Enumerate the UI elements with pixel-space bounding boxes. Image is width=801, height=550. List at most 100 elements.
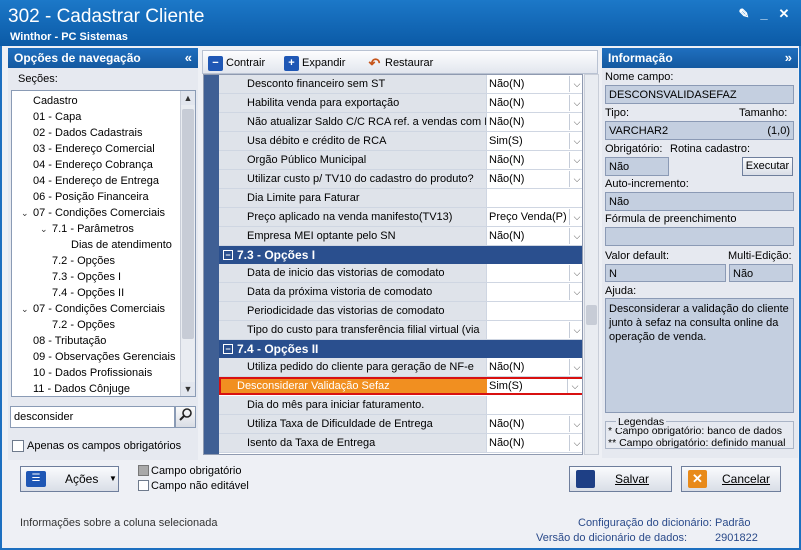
dropdown-arrow-icon: ▼ — [109, 474, 117, 483]
execute-button[interactable]: Executar — [742, 157, 793, 176]
tree-item[interactable]: 7.3 - Opções I — [52, 269, 121, 285]
section-header[interactable]: −7.4 - Opções II — [219, 340, 582, 358]
tree-item[interactable]: 06 - Posição Financeira — [33, 189, 149, 205]
dropdown-arrow-icon[interactable]: ⌵ — [569, 209, 582, 225]
sections-tree[interactable]: Cadastro 01 - Capa 02 - Dados Cadastrais… — [11, 90, 196, 397]
tree-item[interactable]: 10 - Dados Profissionais — [33, 365, 152, 381]
tree-item[interactable]: 7.2 - Opções — [52, 253, 115, 269]
minus-icon: − — [208, 55, 223, 71]
dropdown-arrow-icon[interactable]: ⌵ — [569, 416, 582, 432]
grid-row[interactable]: Usa débito e crédito de RCA Sim(S) ⌵ — [219, 132, 582, 151]
grid-row[interactable]: Preço aplicado na venda manifesto(TV13) P… — [219, 208, 582, 227]
grid-row[interactable]: Utilizar custo p/ TV10 do cadastro do pr… — [219, 170, 582, 189]
readonly-legend-swatch — [138, 480, 149, 491]
tree-item-cadastro[interactable]: Cadastro — [33, 93, 78, 109]
actions-button[interactable]: ☰ Ações ▼ — [20, 466, 119, 492]
dict-config-label: Configuração do dicionário: — [578, 517, 712, 529]
dropdown-arrow-icon[interactable]: ⌵ — [567, 379, 582, 393]
tree-item[interactable]: 02 - Dados Cadastrais — [33, 125, 142, 141]
collapse-pane-icon[interactable]: » — [785, 48, 792, 68]
scroll-up-icon[interactable]: ▲ — [181, 91, 195, 105]
dropdown-arrow-icon[interactable]: ⌵ — [569, 322, 582, 338]
dropdown-arrow-icon[interactable]: ⌵ — [569, 152, 582, 168]
grid-row[interactable]: Habilita venda para exportação Não(N) ⌵ — [219, 94, 582, 113]
save-button[interactable]: Salvar — [569, 466, 672, 492]
legend-line-2: ** Campo obrigatório: definido manual — [608, 437, 786, 449]
tree-scrollbar[interactable]: ▲ ▼ — [180, 91, 195, 396]
window-title: 302 - Cadastrar Cliente — [8, 6, 205, 27]
search-icon[interactable] — [175, 406, 196, 428]
grid-toolbar: − Contrair + Expandir ↶ Restaurar — [202, 50, 598, 74]
dropdown-arrow-icon[interactable]: ⌵ — [569, 284, 582, 300]
grid-row[interactable]: Data de inicio das vistorias de comodato… — [219, 264, 582, 283]
legend-box: Legendas * Campo obrigatório: banco de d… — [605, 416, 794, 449]
scroll-thumb[interactable] — [586, 305, 597, 325]
routine-label: Rotina cadastro: — [670, 143, 751, 155]
grid-row[interactable]: Isento da Taxa de Entrega Não(N) ⌵ — [219, 434, 582, 453]
close-icon[interactable]: ✕ — [777, 7, 791, 21]
grid-row[interactable]: Utiliza pedido do cliente para geração d… — [219, 358, 582, 377]
grid-row[interactable]: Utiliza Taxa de Dificuldade de Entrega Nã… — [219, 415, 582, 434]
tree-item[interactable]: 7.4 - Opções II — [52, 285, 124, 301]
grid-scrollbar[interactable] — [584, 74, 599, 455]
dropdown-arrow-icon[interactable]: ⌵ — [569, 114, 582, 130]
tree-item[interactable]: 11 - Dados Cônjuge — [33, 381, 130, 396]
formula-label: Fórmula de preenchimento — [605, 213, 737, 225]
window-subtitle: Winthor - PC Sistemas — [10, 31, 128, 43]
collapse-section-icon[interactable]: − — [223, 250, 233, 260]
tree-item[interactable]: 08 - Tributação — [33, 333, 106, 349]
dropdown-arrow-icon[interactable]: ⌵ — [569, 171, 582, 187]
tree-item[interactable]: 03 - Endereço Comercial — [33, 141, 155, 157]
tree-item[interactable]: 7.2 - Opções — [52, 317, 115, 333]
tree-item[interactable]: Dias de atendimento — [71, 237, 172, 253]
collapse-pane-icon[interactable]: « — [185, 48, 192, 68]
cancel-button[interactable]: ✕ Cancelar — [681, 466, 781, 492]
expand-toggle-icon[interactable]: ⌄ — [21, 301, 29, 317]
restore-button[interactable]: ↶ Restaurar — [367, 54, 434, 72]
tree-item[interactable]: 09 - Observações Gerenciais — [33, 349, 175, 365]
dropdown-arrow-icon[interactable]: ⌵ — [569, 359, 582, 375]
grid-row[interactable]: Não atualizar Saldo C/C RCA ref. a venda… — [219, 113, 582, 132]
dropdown-arrow-icon[interactable]: ⌵ — [569, 265, 582, 281]
grid-row[interactable]: Orgão Público Municipal Não(N) ⌵ — [219, 151, 582, 170]
dropdown-arrow-icon[interactable]: ⌵ — [569, 76, 582, 92]
tree-item[interactable]: 04 - Endereço Cobrança — [33, 157, 153, 173]
edit-icon[interactable]: ✎ — [737, 7, 751, 21]
tree-item[interactable]: ⌄ 07 - Condições Comerciais — [21, 205, 165, 221]
grid-row[interactable]: Desconto financeiro sem ST Não(N) ⌵ — [219, 75, 582, 94]
required-only-label: Apenas os campos obrigatórios — [27, 440, 182, 452]
section-header[interactable]: −7.3 - Opções I — [219, 246, 582, 264]
required-legend-label: Campo obrigatório — [151, 465, 242, 477]
tree-item[interactable]: 01 - Capa — [33, 109, 81, 125]
dropdown-arrow-icon[interactable]: ⌵ — [569, 95, 582, 111]
multi-edit-value: Não — [729, 264, 793, 282]
grid-row[interactable]: Data da próxima vistoria de comodato ⌵ — [219, 283, 582, 302]
dropdown-arrow-icon[interactable]: ⌵ — [569, 133, 582, 149]
minimize-icon[interactable]: _ — [757, 7, 771, 21]
required-value: Não — [605, 157, 669, 176]
type-value: VARCHAR2 (1,0) — [605, 121, 794, 140]
tree-item[interactable]: ⌄ 07 - Condições Comerciais — [21, 301, 165, 317]
help-label: Ajuda: — [605, 285, 637, 297]
grid-row-selected[interactable]: Desconsiderar Validação Sefaz Sim(S) ⌵ — [219, 377, 582, 396]
scroll-down-icon[interactable]: ▼ — [181, 382, 195, 396]
help-text: Desconsiderar a validação do cliente jun… — [605, 298, 794, 413]
grid-row[interactable]: Dia Limite para Faturar — [219, 189, 582, 208]
grid-row[interactable]: Dia do mês para iniciar faturamento. — [219, 396, 582, 415]
dropdown-arrow-icon[interactable]: ⌵ — [569, 435, 582, 451]
actions-icon: ☰ — [26, 471, 46, 487]
expand-toggle-icon[interactable]: ⌄ — [40, 221, 48, 237]
expand-button[interactable]: + Expandir — [284, 54, 345, 72]
expand-toggle-icon[interactable]: ⌄ — [21, 205, 29, 221]
section-search-input[interactable]: desconsider — [10, 406, 175, 428]
tree-item[interactable]: 04 - Endereço de Entrega — [33, 173, 159, 189]
collapse-button[interactable]: − Contrair — [208, 54, 265, 72]
grid-row[interactable]: Periodicidade das vistorias de comodato — [219, 302, 582, 321]
scroll-thumb[interactable] — [182, 109, 194, 339]
required-only-checkbox[interactable] — [12, 440, 24, 452]
tree-item[interactable]: ⌄ 7.1 - Parâmetros — [40, 221, 134, 237]
grid-row[interactable]: Empresa MEI optante pelo SN Não(N) ⌵ — [219, 227, 582, 246]
collapse-section-icon[interactable]: − — [223, 344, 233, 354]
dropdown-arrow-icon[interactable]: ⌵ — [569, 228, 582, 244]
grid-row[interactable]: Tipo do custo para transferência filial … — [219, 321, 582, 340]
